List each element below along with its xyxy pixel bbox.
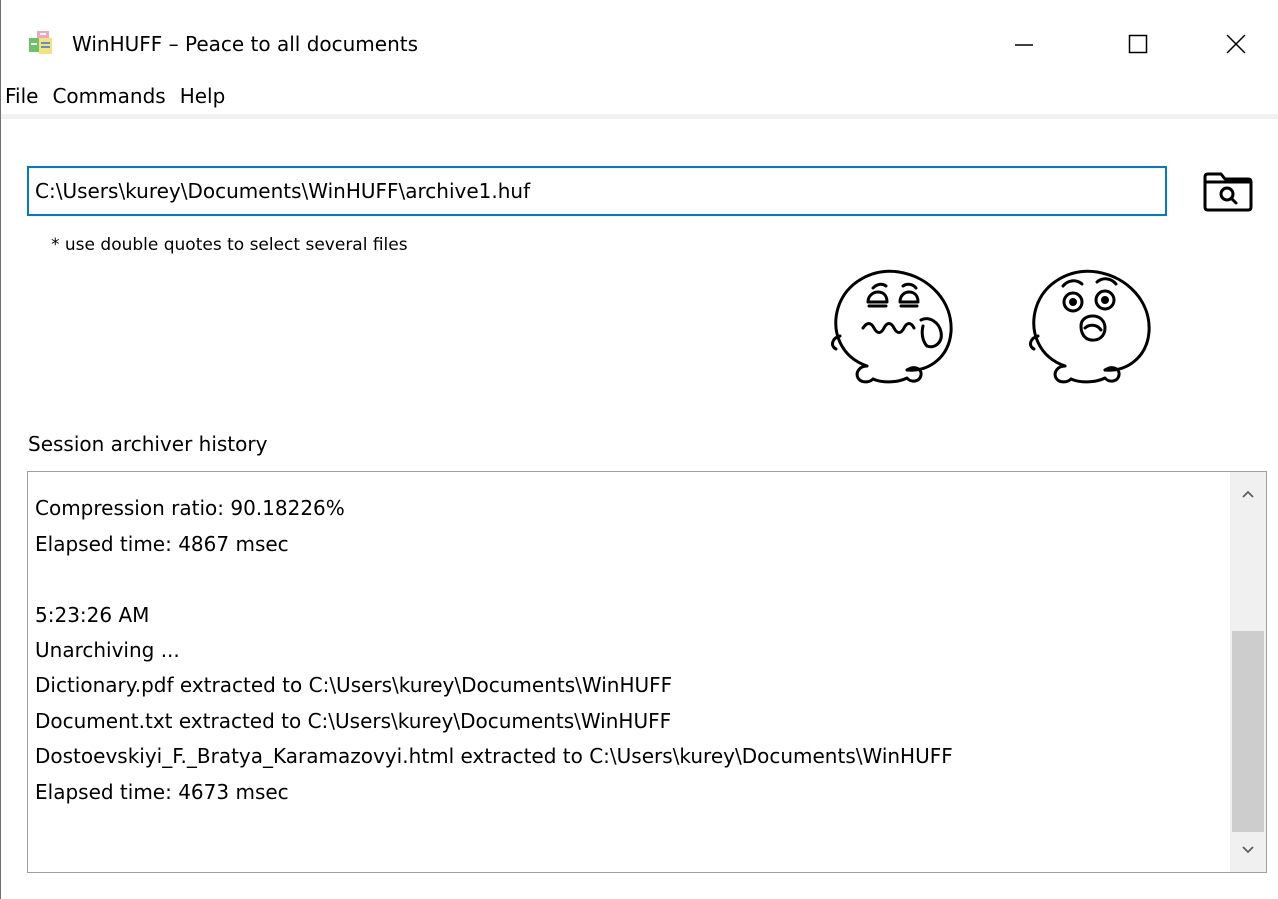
history-line: Elapsed time: 4867 msec (35, 531, 289, 556)
menu-file[interactable]: File (3, 81, 45, 111)
close-icon (1226, 34, 1246, 54)
history-log[interactable]: Compression ratio: 90.18226% Elapsed tim… (27, 471, 1267, 873)
history-lines: Compression ratio: 90.18226% Elapsed tim… (35, 472, 953, 810)
close-button[interactable] (1197, 16, 1275, 72)
scroll-down-button[interactable] (1230, 832, 1266, 868)
history-line: Elapsed time: 4673 msec (35, 779, 289, 804)
archive-button[interactable] (827, 262, 967, 392)
history-line: 5:23:26 AM (35, 602, 150, 627)
window-title: WinHUFF – Peace to all documents (72, 32, 419, 56)
maximize-icon (1128, 34, 1148, 54)
menu-bar: File Commands Help (1, 78, 1278, 114)
path-input[interactable] (27, 166, 1167, 216)
scroll-up-button[interactable] (1230, 476, 1266, 512)
history-label: Session archiver history (28, 432, 268, 456)
menu-divider (1, 114, 1278, 119)
minimize-button[interactable] (985, 16, 1063, 72)
chevron-up-icon (1242, 490, 1254, 498)
unarchive-button[interactable] (1025, 262, 1165, 392)
maximize-button[interactable] (1099, 16, 1177, 72)
path-hint: * use double quotes to select several fi… (51, 235, 408, 255)
menu-commands[interactable]: Commands (45, 81, 172, 111)
chevron-down-icon (1242, 846, 1254, 854)
browse-button[interactable] (1201, 168, 1255, 214)
minimize-icon (1015, 44, 1033, 46)
history-line: Compression ratio: 90.18226% (35, 496, 345, 521)
app-window: WinHUFF – Peace to all documents File Co… (0, 0, 1278, 899)
squeezed-face-icon (831, 269, 953, 384)
folder-search-icon (1203, 172, 1253, 212)
history-line: Document.txt extracted to C:\Users\kurey… (35, 708, 672, 733)
winhuff-app-icon (29, 31, 52, 54)
history-line: Unarchiving ... (35, 637, 180, 662)
menu-help[interactable]: Help (173, 81, 233, 111)
title-bar[interactable]: WinHUFF – Peace to all documents (1, 0, 1278, 82)
history-line: Dostoevskiyi_F._Bratya_Karamazovyi.html … (35, 744, 953, 769)
surprised-face-icon (1029, 269, 1151, 384)
history-line-partial (35, 472, 953, 491)
history-scrollbar[interactable] (1230, 472, 1266, 872)
history-line: Dictionary.pdf extracted to C:\Users\kur… (35, 673, 673, 698)
scroll-thumb[interactable] (1232, 631, 1264, 832)
history-line (35, 562, 953, 597)
